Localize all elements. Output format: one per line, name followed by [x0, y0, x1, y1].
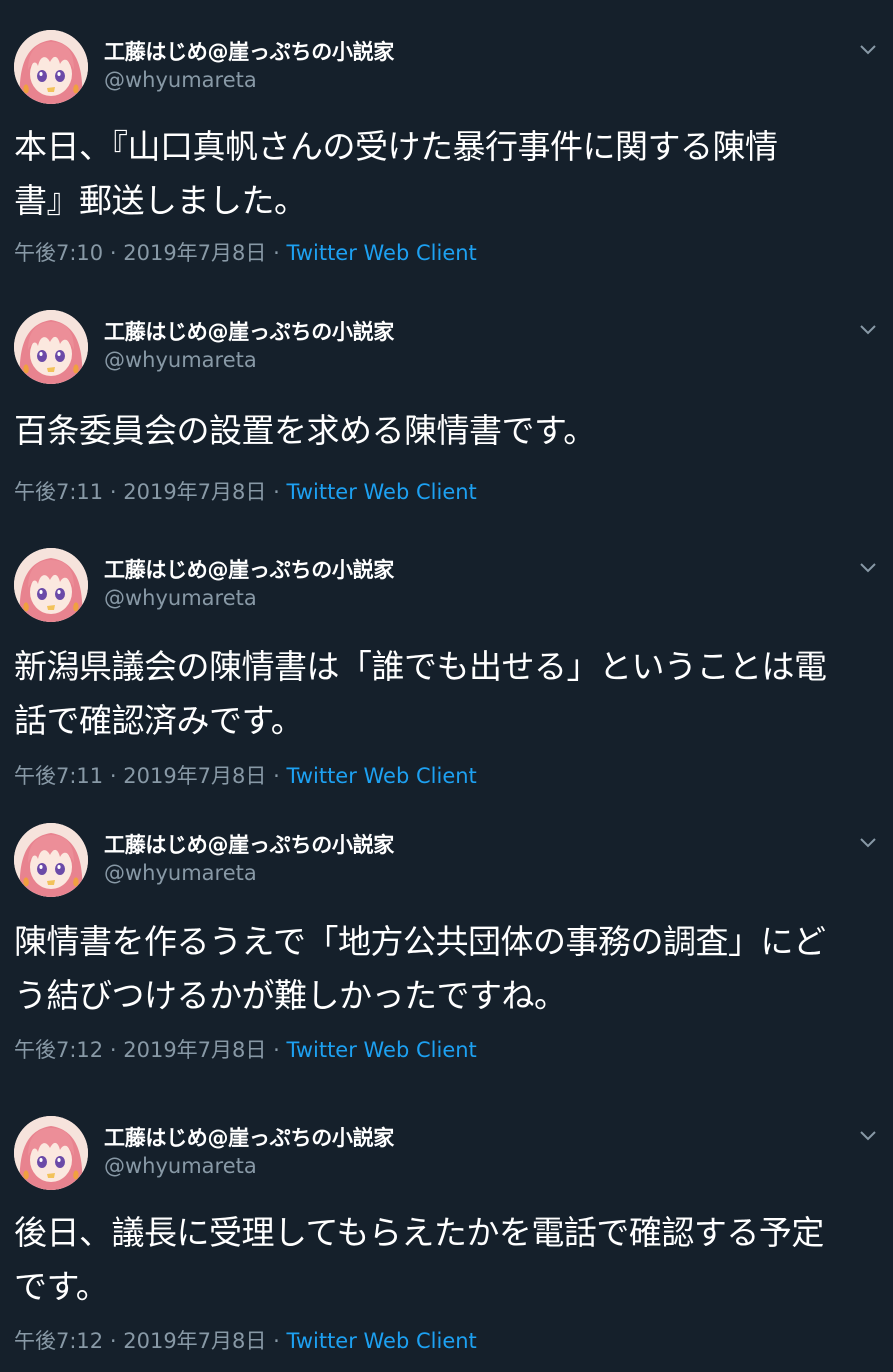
tweet-client-link[interactable]: Twitter Web Client: [286, 241, 476, 265]
author-handle[interactable]: @whyumareta: [104, 68, 257, 92]
separator: ·: [273, 241, 280, 265]
tweet-client-link[interactable]: Twitter Web Client: [286, 1038, 476, 1062]
separator: ·: [109, 1038, 117, 1062]
separator: ·: [273, 480, 280, 504]
tweet-time[interactable]: 午後7:11: [14, 764, 103, 788]
author-name[interactable]: 工藤はじめ@崖っぷちの小説家: [104, 316, 394, 346]
avatar[interactable]: [14, 30, 88, 104]
author-handle[interactable]: @whyumareta: [104, 586, 257, 610]
chevron-down-icon[interactable]: [858, 42, 878, 56]
chevron-down-icon[interactable]: [858, 560, 878, 574]
author-name[interactable]: 工藤はじめ@崖っぷちの小説家: [104, 36, 394, 66]
author-name[interactable]: 工藤はじめ@崖っぷちの小説家: [104, 829, 394, 859]
author-name[interactable]: 工藤はじめ@崖っぷちの小説家: [104, 554, 394, 584]
author-handle[interactable]: @whyumareta: [104, 348, 257, 372]
tweet-meta: 午後7:12 · 2019年7月8日 · Twitter Web Client: [14, 1034, 477, 1064]
tweet-date[interactable]: 2019年7月8日: [123, 1329, 266, 1353]
tweet-time[interactable]: 午後7:12: [14, 1329, 103, 1353]
tweet-meta: 午後7:12 · 2019年7月8日 · Twitter Web Client: [14, 1325, 477, 1355]
tweet-text-line: 話で確認済みです。: [14, 701, 304, 740]
tweet-text-line: 陳情書を作るうえで「地方公共団体の事務の調査」にど: [14, 922, 826, 961]
tweet-meta: 午後7:11 · 2019年7月8日 · Twitter Web Client: [14, 476, 477, 506]
tweet-date[interactable]: 2019年7月8日: [123, 764, 266, 788]
tweet-date[interactable]: 2019年7月8日: [123, 1038, 266, 1062]
separator: ·: [273, 1038, 280, 1062]
separator: ·: [273, 764, 280, 788]
tweet-text: 陳情書を作るうえで「地方公共団体の事務の調査」にど う結びつけるかが難しかったで…: [14, 915, 882, 1023]
separator: ·: [273, 1329, 280, 1353]
tweet-client-link[interactable]: Twitter Web Client: [286, 1329, 476, 1353]
tweet-text-line: です。: [14, 1267, 109, 1306]
tweet-date[interactable]: 2019年7月8日: [123, 480, 266, 504]
avatar[interactable]: [14, 310, 88, 384]
tweet-text-line: う結びつけるかが難しかったですね。: [14, 976, 567, 1015]
tweet-text-line: 新潟県議会の陳情書は「誰でも出せる」ということは電: [14, 647, 827, 686]
tweet-text-line: 書』郵送しました。: [14, 181, 307, 220]
tweet-client-link[interactable]: Twitter Web Client: [286, 480, 476, 504]
separator: ·: [109, 241, 117, 265]
tweet-text-line: 百条委員会の設置を求める陳情書です。: [14, 411, 596, 450]
author-handle[interactable]: @whyumareta: [104, 861, 257, 885]
tweet-text-line: 本日、『山口真帆さんの受けた暴行事件に関する陳情: [14, 127, 778, 166]
author-name[interactable]: 工藤はじめ@崖っぷちの小説家: [104, 1122, 394, 1152]
tweet-time[interactable]: 午後7:12: [14, 1038, 103, 1062]
author-handle[interactable]: @whyumareta: [104, 1154, 257, 1178]
tweet-meta: 午後7:10 · 2019年7月8日 · Twitter Web Client: [14, 237, 477, 267]
tweet-text: 新潟県議会の陳情書は「誰でも出せる」ということは電 話で確認済みです。: [14, 640, 882, 748]
separator: ·: [109, 480, 117, 504]
chevron-down-icon[interactable]: [858, 322, 878, 336]
separator: ·: [109, 764, 117, 788]
tweet-meta: 午後7:11 · 2019年7月8日 · Twitter Web Client: [14, 760, 477, 790]
tweet-text: 百条委員会の設置を求める陳情書です。: [14, 404, 882, 458]
tweet-time[interactable]: 午後7:11: [14, 480, 103, 504]
tweet-text-line: 後日、議長に受理してもらえたかを電話で確認する予定: [14, 1213, 824, 1252]
chevron-down-icon[interactable]: [858, 835, 878, 849]
chevron-down-icon[interactable]: [858, 1128, 878, 1142]
avatar[interactable]: [14, 1116, 88, 1190]
tweet-time[interactable]: 午後7:10: [14, 241, 103, 265]
tweet-text: 後日、議長に受理してもらえたかを電話で確認する予定 です。: [14, 1206, 882, 1314]
tweet-client-link[interactable]: Twitter Web Client: [286, 764, 476, 788]
separator: ·: [109, 1329, 117, 1353]
tweet-date[interactable]: 2019年7月8日: [123, 241, 266, 265]
avatar[interactable]: [14, 548, 88, 622]
avatar[interactable]: [14, 823, 88, 897]
tweet-text: 本日、『山口真帆さんの受けた暴行事件に関する陳情 書』郵送しました。: [14, 120, 882, 228]
